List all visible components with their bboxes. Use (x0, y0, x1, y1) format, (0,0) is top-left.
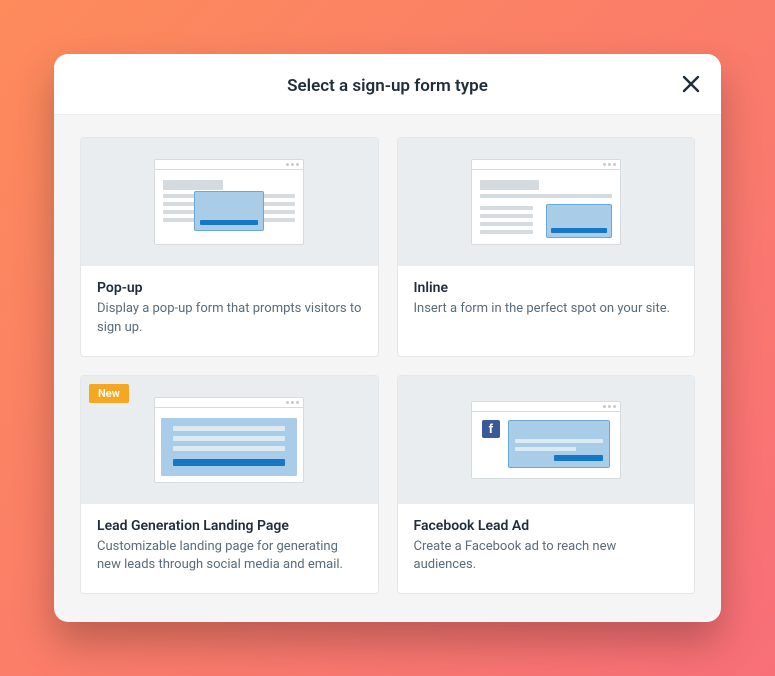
form-type-grid: Pop-up Display a pop-up form that prompt… (54, 115, 721, 594)
card-description: Customizable landing page for generating… (97, 538, 362, 576)
signup-form-type-dialog: Select a sign-up form type (54, 54, 721, 622)
facebook-icon: f (482, 420, 500, 438)
card-title: Facebook Lead Ad (414, 518, 679, 534)
card-description: Insert a form in the perfect spot on you… (414, 300, 679, 319)
close-icon (679, 72, 703, 96)
dialog-header: Select a sign-up form type (54, 54, 721, 115)
card-title: Lead Generation Landing Page (97, 518, 362, 534)
card-title: Pop-up (97, 280, 362, 296)
card-popup[interactable]: Pop-up Display a pop-up form that prompt… (80, 137, 379, 357)
card-facebook-lead-ad[interactable]: f Facebook Lead Ad Create a Facebook ad … (397, 375, 696, 595)
facebook-illustration: f (398, 376, 695, 504)
card-description: Create a Facebook ad to reach new audien… (414, 538, 679, 576)
landing-page-illustration: New (81, 376, 378, 504)
close-button[interactable] (679, 72, 703, 96)
inline-illustration (398, 138, 695, 266)
card-landing-page[interactable]: New Lead Generation Landing Page (80, 375, 379, 595)
new-badge: New (89, 384, 129, 403)
card-inline[interactable]: Inline Insert a form in the perfect spot… (397, 137, 696, 357)
card-title: Inline (414, 280, 679, 296)
popup-illustration (81, 138, 378, 266)
dialog-title: Select a sign-up form type (74, 76, 701, 96)
card-description: Display a pop-up form that prompts visit… (97, 300, 362, 338)
